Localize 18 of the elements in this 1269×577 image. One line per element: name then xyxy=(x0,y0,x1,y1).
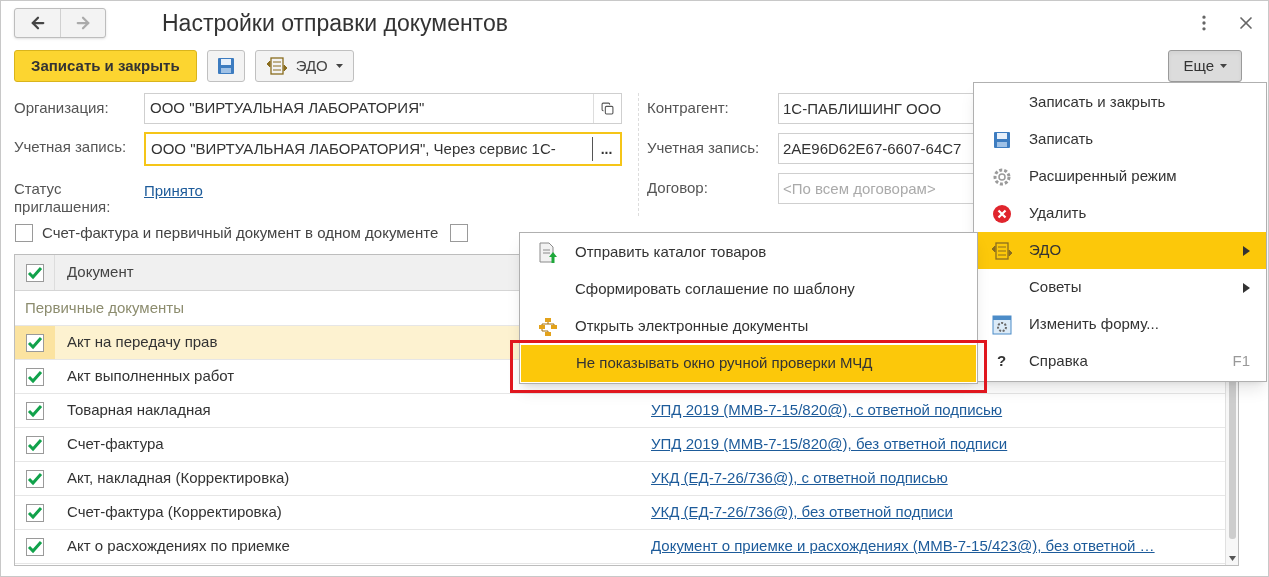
field-label: Организация: xyxy=(14,98,110,117)
option-label: Счет-фактура и первичный документ в одном документе xyxy=(42,222,439,243)
window-title: Настройки отправки документов xyxy=(162,8,508,38)
help-icon: ? xyxy=(996,350,1007,373)
document-name: Акт на передачу прав xyxy=(66,332,219,353)
field-label: Учетная запись: xyxy=(647,138,761,159)
group-header: Первичные документы xyxy=(25,297,184,318)
document-name: Акт о расхождениях по приемке xyxy=(66,536,291,557)
field-label: Контрагент: xyxy=(647,98,730,119)
document-name: Счет-фактура xyxy=(66,434,165,455)
field-label: Учетная запись: xyxy=(14,137,128,156)
document-name: Акт выполненных работ xyxy=(66,366,236,387)
document-name: Товарная накладная xyxy=(66,400,212,421)
shortcut-label: F1 xyxy=(1232,351,1250,372)
document-name: Счет-фактура (Корректировка) xyxy=(66,502,283,523)
field-label: Статус приглашения: xyxy=(14,179,112,216)
document-name: Акт, накладная (Корректировка) xyxy=(66,468,291,489)
field-label: Договор: xyxy=(647,178,709,199)
